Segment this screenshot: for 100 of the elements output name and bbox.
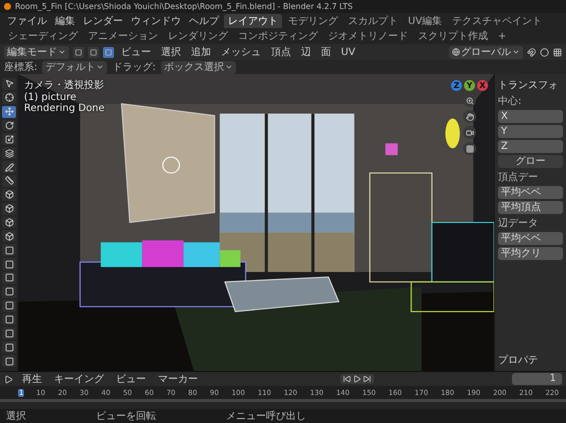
orientation-dropdown[interactable]: グローバル <box>449 46 523 58</box>
header-menu-item[interactable]: 追加 <box>188 45 214 59</box>
header-menu-item[interactable]: 選択 <box>158 45 184 59</box>
select-mode-button[interactable] <box>73 46 84 58</box>
workspace-tab[interactable]: スカルプト <box>344 14 402 28</box>
tool-button[interactable] <box>2 230 16 242</box>
tool-button[interactable] <box>2 314 16 326</box>
panel-title[interactable]: プロパテ <box>498 353 563 367</box>
tool-button[interactable] <box>2 286 16 298</box>
select-mode-button[interactable] <box>103 46 114 58</box>
menu-item[interactable]: ウィンドウ <box>128 14 184 28</box>
hand-icon <box>466 112 474 120</box>
tool-button[interactable] <box>2 202 16 215</box>
square-icon <box>4 260 14 269</box>
tool-button[interactable] <box>2 133 16 146</box>
caret-icon <box>96 63 104 71</box>
workspace-tab[interactable]: UV編集 <box>404 14 446 28</box>
value-field[interactable]: 平均頂点 <box>498 201 563 214</box>
timeline-menu-item[interactable]: キーイング <box>51 372 107 386</box>
tool-button[interactable] <box>2 244 16 256</box>
tool-button[interactable] <box>2 272 16 284</box>
play-icon[interactable] <box>4 374 13 384</box>
playback-controls[interactable] <box>340 374 374 384</box>
tool-button[interactable] <box>2 78 16 90</box>
tool-button[interactable] <box>2 341 16 354</box>
timeline-menu-item[interactable]: マーカー <box>155 372 201 386</box>
menu-item[interactable]: 編集 <box>52 14 78 28</box>
crosshair-icon <box>4 93 14 102</box>
grid-icon <box>466 144 474 152</box>
workspace-tab[interactable]: スクリプト作成 <box>414 29 492 43</box>
tool-button[interactable] <box>2 175 16 187</box>
tool-button[interactable] <box>2 161 16 174</box>
workspace-tab[interactable]: モデリング <box>284 14 342 28</box>
workspace-tab[interactable]: シェーディング <box>4 29 82 43</box>
header-menu-item[interactable]: メッシュ <box>218 45 264 59</box>
camera-icon <box>466 128 474 136</box>
workspace-tab[interactable]: + <box>494 30 510 42</box>
cube-icon <box>4 218 14 228</box>
status-hint: ビューを回転 <box>96 410 156 423</box>
orientation-dropdown[interactable]: デフォルト <box>42 60 108 74</box>
scale-icon <box>4 134 14 144</box>
select-mode-button[interactable] <box>88 46 99 58</box>
workspace-tab[interactable]: ジオメトリノード <box>324 29 412 43</box>
tool-button[interactable] <box>2 147 16 160</box>
skip-back-icon <box>342 375 350 383</box>
panel-label: 中心: <box>498 94 522 108</box>
panel-title[interactable]: トランスフォ <box>498 78 563 92</box>
value-field[interactable]: X <box>498 110 563 123</box>
frame-field[interactable]: 1 <box>512 373 562 385</box>
workspace-tab[interactable]: コンポジティング <box>234 29 322 43</box>
value-field[interactable]: 平均ベベ <box>498 232 563 245</box>
tool-button[interactable] <box>2 92 16 104</box>
workspace-tab[interactable]: アニメーション <box>84 29 162 43</box>
header-menu-item[interactable]: 頂点 <box>268 45 294 59</box>
square-icon <box>4 315 14 324</box>
workspace-tab[interactable]: テクスチャペイント <box>448 14 546 28</box>
timeline-menu-item[interactable]: ビュー <box>113 372 149 386</box>
cube-icon <box>4 232 14 241</box>
menu-item[interactable]: ファイル <box>4 14 50 28</box>
caret-icon <box>512 48 520 56</box>
magnet-icon[interactable] <box>527 48 536 56</box>
tool-button[interactable] <box>2 120 16 132</box>
panel-label: 頂点デー <box>498 170 539 184</box>
square-icon <box>4 328 14 338</box>
tool-button[interactable] <box>2 106 16 118</box>
value-field[interactable]: 平均ベベ <box>498 186 563 199</box>
header-menu-item[interactable]: ビュー <box>118 45 154 59</box>
panel-label: 辺データ <box>498 216 539 230</box>
header-menu-item[interactable]: 面 <box>318 45 334 59</box>
menu-item[interactable]: レンダー <box>80 14 126 28</box>
cube-icon <box>4 190 14 200</box>
drag-dropdown[interactable]: ボックス選択 <box>160 60 236 74</box>
timeline-menu-item[interactable]: 再生 <box>19 372 45 386</box>
select-icon <box>4 79 14 88</box>
mode-dropdown[interactable]: 編集モード <box>4 46 69 58</box>
square-icon <box>90 48 97 56</box>
square-icon <box>4 273 14 282</box>
header-menu-item[interactable]: 辺 <box>298 45 314 59</box>
square-icon <box>4 246 14 255</box>
viewport-info-text: (1) picture <box>24 92 78 103</box>
tool-button[interactable] <box>2 355 16 368</box>
cube-icon <box>4 204 14 214</box>
skip-forward-icon <box>362 375 370 383</box>
workspace-tab[interactable]: レンダリング <box>164 29 232 43</box>
value-field[interactable]: Y <box>498 125 563 138</box>
drag-label: ドラッグ: <box>112 61 156 74</box>
workspace-tab[interactable]: レイアウト <box>224 14 282 28</box>
value-field[interactable]: 平均クリ <box>498 247 563 260</box>
panel-button[interactable]: グロー <box>498 155 563 168</box>
tool-button[interactable] <box>2 300 16 312</box>
square-icon <box>4 342 14 352</box>
tool-button[interactable] <box>2 327 16 340</box>
tool-button[interactable] <box>2 188 16 201</box>
header-menu-item[interactable]: UV <box>338 46 358 58</box>
grid-icon[interactable] <box>553 48 562 56</box>
circle-icon[interactable] <box>540 48 549 56</box>
menu-item[interactable]: ヘルプ <box>186 14 222 28</box>
tool-button[interactable] <box>2 258 16 270</box>
tool-button[interactable] <box>2 216 16 228</box>
value-field[interactable]: Z <box>498 140 563 153</box>
